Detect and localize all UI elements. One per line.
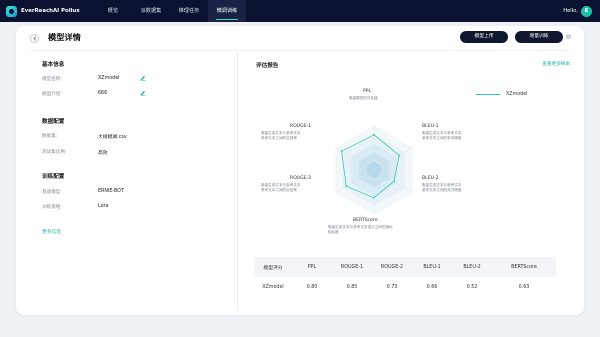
top-nav-bar: EverReachAI Pollux 概览 派数据集 推理任务 微调训练 Hel… xyxy=(0,0,600,22)
base-model-label: 基座模型: xyxy=(42,190,62,195)
radar-point xyxy=(345,185,348,187)
radar-point xyxy=(340,150,343,153)
nav-item-datasets[interactable]: 派数据集 xyxy=(132,0,170,22)
edit-icon[interactable] xyxy=(140,90,146,96)
radar-point xyxy=(398,154,401,157)
axis-desc-bleu1-line2: 参考文本之间的单词精度 xyxy=(422,136,462,140)
table-cell: 0.73 xyxy=(386,284,398,290)
axis-label-bertscore: BERTScore xyxy=(353,218,378,223)
more-info-link[interactable]: 更多信息 xyxy=(42,228,61,235)
test-ratio-label: 测试集比例: xyxy=(42,150,67,155)
page-title: 模型详情 xyxy=(48,32,81,42)
axis-desc-rouge1-line2: 参考文本之间的召回率 xyxy=(261,136,297,140)
table-header-cell: PPL xyxy=(307,264,317,270)
main-nav: 概览 派数据集 推理任务 微调训练 xyxy=(94,0,246,22)
table-cell: 0.66 xyxy=(426,284,438,290)
app-logo[interactable]: EverReachAI Pollux xyxy=(6,5,90,17)
axis-label-rouge2: ROUGE-2 xyxy=(290,176,312,181)
base-model-value: ERNIE-BOT xyxy=(98,189,124,194)
model-name-label: 模型名称: xyxy=(42,77,62,82)
axis-label-ppl: PPL xyxy=(363,89,372,94)
model-desc-label: 模型介绍: xyxy=(42,92,62,97)
score-table: 模型评分 PPL ROUGE-1 ROUGE-2 BLEU-1 BLEU-2 B… xyxy=(254,257,556,297)
axis-label-rouge1: ROUGE-1 xyxy=(290,124,312,129)
axis-desc-bleu2-line2: 参考文本之间的双词精度 xyxy=(422,188,462,192)
test-ratio-value: 高效 xyxy=(98,151,108,156)
user-area: Hello, E xyxy=(563,0,592,22)
table-header-row: 模型评分 PPL ROUGE-1 ROUGE-2 BLEU-1 BLEU-2 B… xyxy=(254,257,556,277)
model-detail-card: 模型详情 模型上传 增量训练 ? 基本信息 模型名称: XZmodel 模型介绍… xyxy=(16,26,584,315)
axis-label-bleu2: BLEU-2 xyxy=(422,176,439,181)
help-icon[interactable]: ? xyxy=(566,34,571,39)
model-upload-button[interactable]: 模型上传 xyxy=(460,31,508,43)
logo-text: EverReachAI Pollux xyxy=(21,8,80,14)
nav-item-inference[interactable]: 推理任务 xyxy=(170,0,208,22)
axis-desc-ppl: 衡量模型的评估值 xyxy=(349,96,378,100)
radar-chart xyxy=(335,125,413,215)
table-row: XZmodel 0.80 0.85 0.73 0.66 0.52 0.63 xyxy=(254,277,556,297)
model-desc-value: 666 xyxy=(98,91,108,96)
radar-point xyxy=(392,180,395,183)
axis-desc-bertscore-line2: 相似度 xyxy=(328,230,339,234)
dataset-label: 数据集: xyxy=(42,134,58,139)
train-strategy-value: Lora xyxy=(98,204,109,209)
table-cell: 0.85 xyxy=(346,284,358,290)
page-header: 模型详情 模型上传 增量训练 ? xyxy=(16,26,584,50)
eval-report-title: 评估报告 xyxy=(256,63,279,69)
legend-label: XZmodel xyxy=(506,92,528,97)
train-config-title: 训练配置 xyxy=(42,174,65,180)
header-divider xyxy=(30,50,570,51)
model-name-value: XZmodel xyxy=(98,76,120,81)
table-cell: XZmodel xyxy=(262,284,284,290)
data-config-title: 数据配置 xyxy=(42,119,65,125)
nav-item-finetune[interactable]: 微调训练 xyxy=(208,0,246,22)
train-strategy-label: 训练策略: xyxy=(42,205,62,210)
chevron-left-icon xyxy=(33,36,36,41)
table-header-cell: BLEU-2 xyxy=(463,264,481,270)
table-cell: 0.52 xyxy=(466,284,478,290)
table-header-cell: ROUGE-1 xyxy=(340,264,364,270)
nav-item-overview[interactable]: 概览 xyxy=(94,0,132,22)
table-header-cell: ROUGE-2 xyxy=(380,264,404,270)
column-divider xyxy=(237,52,238,310)
table-header-cell: 模型评分 xyxy=(263,265,283,271)
back-button[interactable] xyxy=(30,34,39,43)
avatar[interactable]: E xyxy=(581,5,592,17)
basic-info-title: 基本信息 xyxy=(42,62,65,68)
incremental-train-button[interactable]: 增量训练 xyxy=(515,31,563,43)
view-more-samples-link[interactable]: 查看更多样本 xyxy=(542,61,570,67)
table-cell: 0.80 xyxy=(306,284,318,290)
axis-label-bleu1: BLEU-1 xyxy=(422,124,439,129)
table-header-cell: BERTScore xyxy=(511,264,537,270)
table-cell: 0.63 xyxy=(518,284,530,290)
table-header-cell: BLEU-1 xyxy=(423,264,441,270)
edit-icon[interactable] xyxy=(140,75,146,81)
dataset-value: 大规模湖.csv xyxy=(98,135,127,140)
radar-point xyxy=(373,133,375,136)
logo-icon xyxy=(6,5,17,17)
axis-desc-rouge2-line2: 参考文本之间的召回率 xyxy=(261,188,297,192)
radar-point xyxy=(373,196,375,199)
greeting: Hello, xyxy=(563,8,578,14)
